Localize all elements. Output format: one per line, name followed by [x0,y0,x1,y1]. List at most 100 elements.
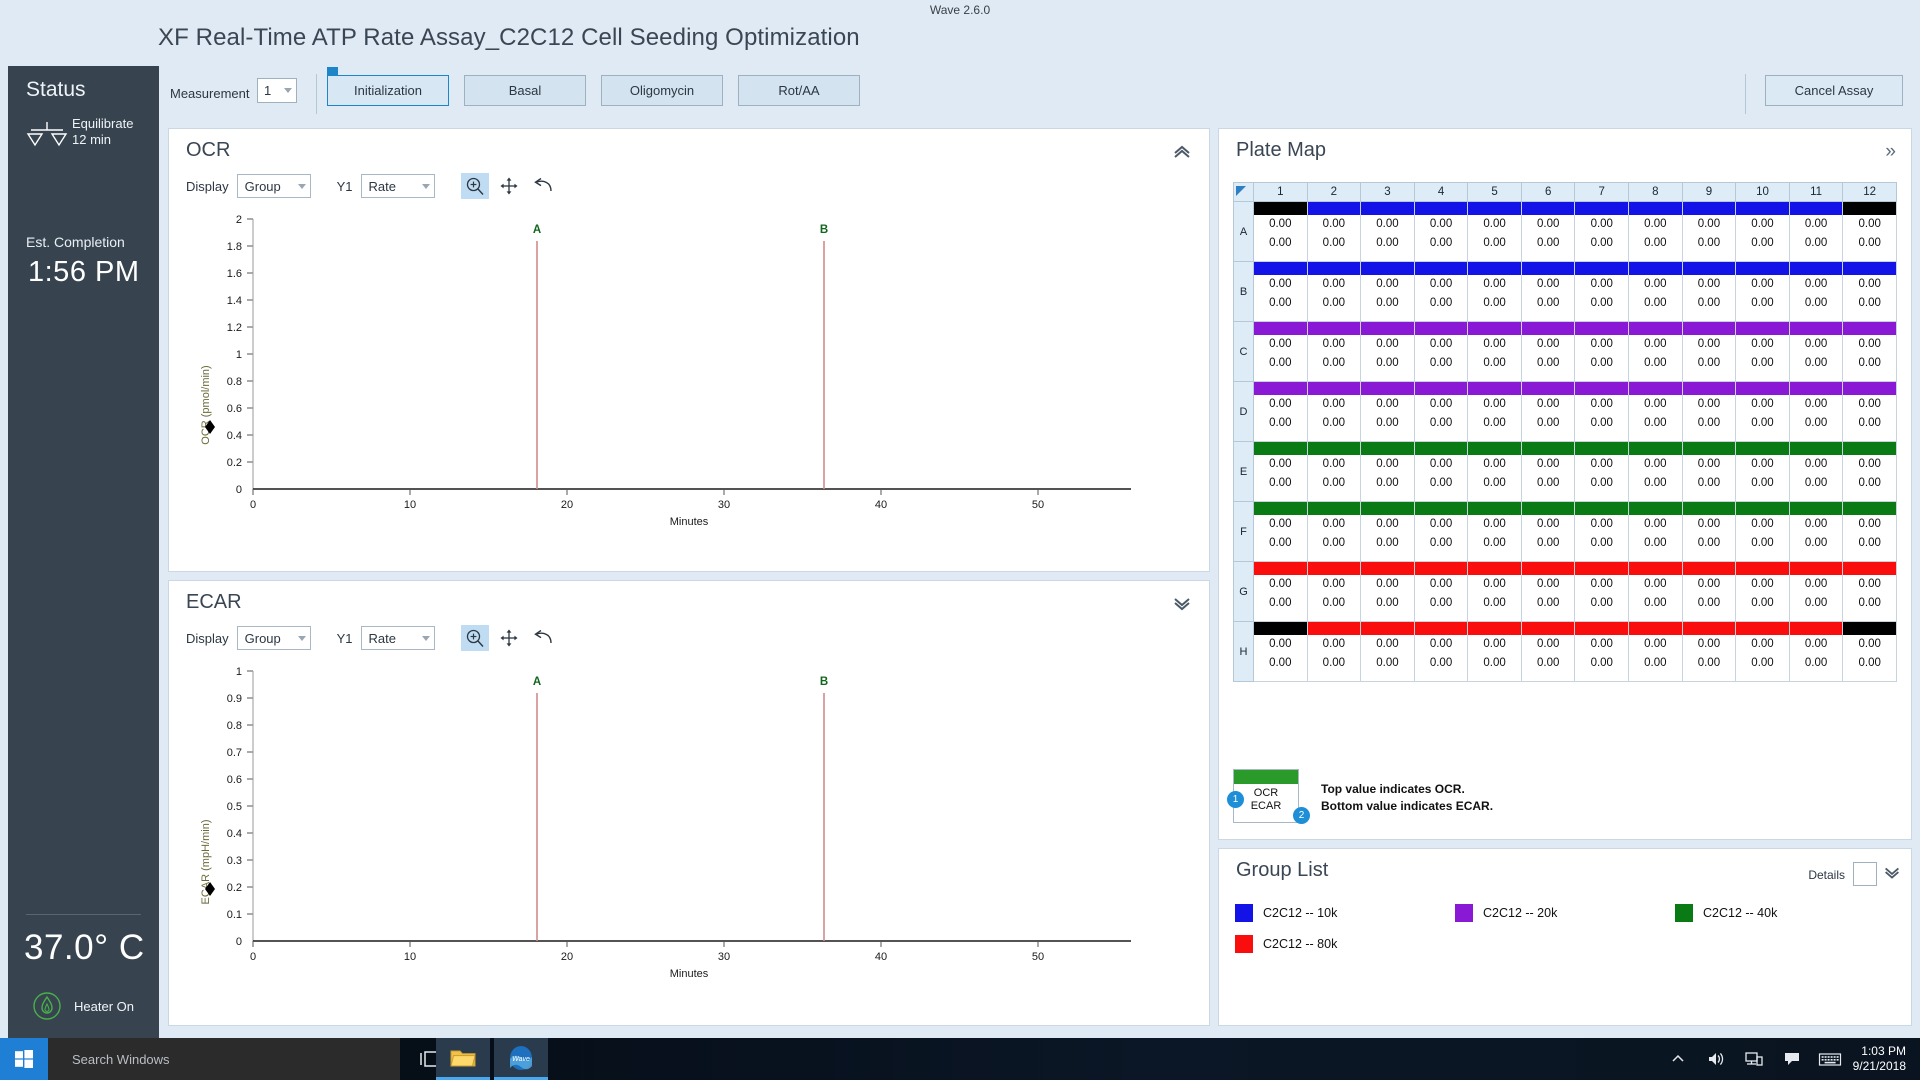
plate-well[interactable]: 0.000.00 [1521,262,1575,322]
plate-column-header[interactable]: 9 [1682,183,1736,202]
plate-well[interactable]: 0.000.00 [1682,322,1736,382]
display-select[interactable]: Group [237,626,311,650]
plate-well[interactable]: 0.000.00 [1575,202,1629,262]
plate-well[interactable]: 0.000.00 [1468,262,1522,322]
plate-well[interactable]: 0.000.00 [1789,502,1843,562]
plate-well[interactable]: 0.000.00 [1468,382,1522,442]
plate-well[interactable]: 0.000.00 [1843,202,1897,262]
plate-well[interactable]: 0.000.00 [1843,322,1897,382]
plate-well[interactable]: 0.000.00 [1414,562,1468,622]
ocr-plot[interactable]: OCR (pmol/min) 21.81.6 1.41.21 0.80.60.4… [169,205,1209,565]
plate-well[interactable]: 0.000.00 [1254,502,1308,562]
plate-well[interactable]: 0.000.00 [1682,622,1736,682]
plate-well[interactable]: 0.000.00 [1414,502,1468,562]
plate-well[interactable]: 0.000.00 [1629,382,1683,442]
plate-select-all[interactable] [1234,183,1254,202]
chevron-down-icon[interactable] [1171,597,1193,611]
plate-well[interactable]: 0.000.00 [1575,382,1629,442]
wave-app-icon[interactable]: Wave [494,1038,548,1080]
plate-well[interactable]: 0.000.00 [1789,322,1843,382]
plate-well[interactable]: 0.000.00 [1521,442,1575,502]
plate-well[interactable]: 0.000.00 [1629,622,1683,682]
action-center-icon[interactable] [1773,1038,1811,1080]
plate-column-header[interactable]: 5 [1468,183,1522,202]
plate-well[interactable]: 0.000.00 [1307,502,1361,562]
y1-select[interactable]: Rate [361,174,435,198]
plate-row-header[interactable]: A [1234,202,1254,262]
plate-well[interactable]: 0.000.00 [1361,202,1415,262]
plate-well[interactable]: 0.000.00 [1468,202,1522,262]
clock[interactable]: 1:03 PM 9/21/2018 [1849,1044,1920,1074]
plate-well[interactable]: 0.000.00 [1414,622,1468,682]
plate-well[interactable]: 0.000.00 [1307,622,1361,682]
plate-well[interactable]: 0.000.00 [1682,502,1736,562]
plate-well[interactable]: 0.000.00 [1254,382,1308,442]
plate-well[interactable]: 0.000.00 [1414,382,1468,442]
plate-well[interactable]: 0.000.00 [1789,562,1843,622]
plate-well[interactable]: 0.000.00 [1414,262,1468,322]
plate-well[interactable]: 0.000.00 [1521,382,1575,442]
plate-well[interactable]: 0.000.00 [1629,322,1683,382]
start-button[interactable] [0,1038,48,1080]
plate-well[interactable]: 0.000.00 [1307,442,1361,502]
plate-well[interactable]: 0.000.00 [1843,442,1897,502]
chevron-down-icon[interactable] [1882,866,1902,880]
plate-well[interactable]: 0.000.00 [1789,202,1843,262]
plate-well[interactable]: 0.000.00 [1575,502,1629,562]
plate-well[interactable]: 0.000.00 [1254,442,1308,502]
plate-well[interactable]: 0.000.00 [1414,322,1468,382]
plate-well[interactable]: 0.000.00 [1575,262,1629,322]
plate-well[interactable]: 0.000.00 [1789,622,1843,682]
pan-icon[interactable] [495,625,523,651]
plate-well[interactable]: 0.000.00 [1307,562,1361,622]
group-list-item[interactable]: C2C12 -- 40k [1675,897,1895,928]
network-icon[interactable] [1735,1038,1773,1080]
plate-row-header[interactable]: H [1234,622,1254,682]
plate-well[interactable]: 0.000.00 [1629,442,1683,502]
plate-well[interactable]: 0.000.00 [1736,622,1790,682]
plate-well[interactable]: 0.000.00 [1254,202,1308,262]
plate-column-header[interactable]: 7 [1575,183,1629,202]
reset-icon[interactable] [529,625,557,651]
plate-well[interactable]: 0.000.00 [1521,202,1575,262]
plate-well[interactable]: 0.000.00 [1629,202,1683,262]
plate-well[interactable]: 0.000.00 [1468,442,1522,502]
search-input[interactable]: Search Windows [48,1038,400,1080]
y1-select[interactable]: Rate [361,626,435,650]
plate-row-header[interactable]: G [1234,562,1254,622]
plate-well[interactable]: 0.000.00 [1736,202,1790,262]
plate-well[interactable]: 0.000.00 [1307,262,1361,322]
plate-row-header[interactable]: F [1234,502,1254,562]
pan-icon[interactable] [495,173,523,199]
plate-well[interactable]: 0.000.00 [1521,562,1575,622]
plate-well[interactable]: 0.000.00 [1843,502,1897,562]
plate-well[interactable]: 0.000.00 [1361,562,1415,622]
plate-row-header[interactable]: D [1234,382,1254,442]
plate-well[interactable]: 0.000.00 [1521,622,1575,682]
touch-keyboard-icon[interactable] [1811,1038,1849,1080]
plate-well[interactable]: 0.000.00 [1414,442,1468,502]
plate-column-header[interactable]: 3 [1361,183,1415,202]
plate-well[interactable]: 0.000.00 [1789,382,1843,442]
plate-well[interactable]: 0.000.00 [1468,322,1522,382]
plate-column-header[interactable]: 11 [1789,183,1843,202]
plate-well[interactable]: 0.000.00 [1629,502,1683,562]
plate-well[interactable]: 0.000.00 [1682,562,1736,622]
plate-well[interactable]: 0.000.00 [1361,622,1415,682]
measurement-select[interactable]: 1 [257,78,297,103]
plate-well[interactable]: 0.000.00 [1575,562,1629,622]
plate-well[interactable]: 0.000.00 [1575,322,1629,382]
group-list-item[interactable]: C2C12 -- 80k [1235,928,1455,959]
group-list-item[interactable]: C2C12 -- 20k [1455,897,1675,928]
plate-well[interactable]: 0.000.00 [1254,322,1308,382]
ecar-plot[interactable]: ECAR (mpH/min) 10.90.8 0.70.60.5 0.40.30… [169,657,1209,1017]
plate-well[interactable]: 0.000.00 [1254,622,1308,682]
tab-basal[interactable]: Basal [464,75,586,106]
plate-well[interactable]: 0.000.00 [1789,262,1843,322]
plate-well[interactable]: 0.000.00 [1682,202,1736,262]
plate-well[interactable]: 0.000.00 [1736,322,1790,382]
plate-well[interactable]: 0.000.00 [1521,322,1575,382]
plate-column-header[interactable]: 10 [1736,183,1790,202]
cancel-assay-button[interactable]: Cancel Assay [1765,75,1903,106]
plate-well[interactable]: 0.000.00 [1682,442,1736,502]
